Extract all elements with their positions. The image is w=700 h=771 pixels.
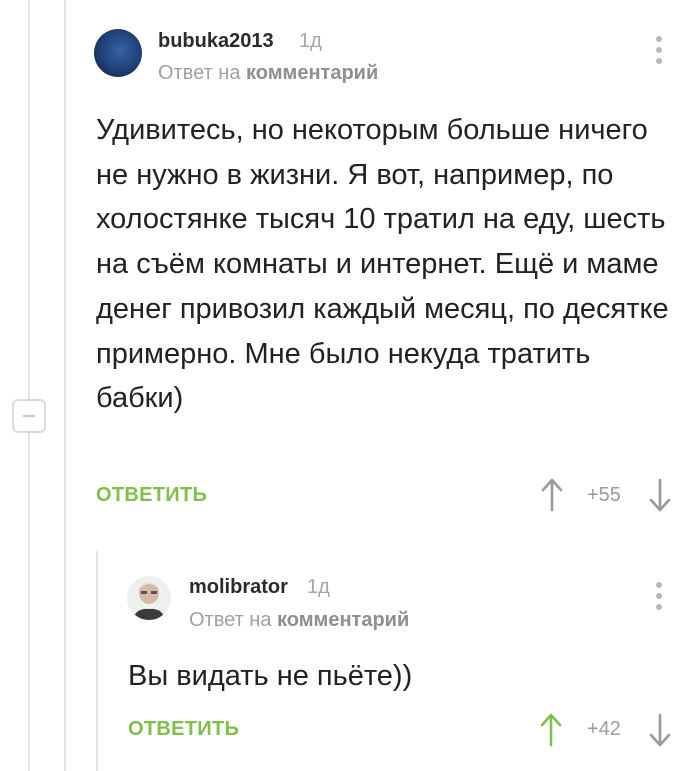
- old-man-avatar-icon: [127, 576, 171, 620]
- comment-time: 1д: [307, 576, 330, 598]
- upvote-icon-active[interactable]: [539, 713, 563, 747]
- comment-author[interactable]: bubuka2013: [158, 30, 274, 53]
- reply-to-line: Ответ на комментарий: [189, 609, 409, 632]
- comment-text: Вы видать не пьёте)): [128, 660, 413, 692]
- downvote-icon[interactable]: [648, 478, 672, 512]
- reply-to-prefix: Ответ на: [158, 62, 241, 84]
- reply-to-prefix: Ответ на: [189, 609, 272, 631]
- comment-reply: molibrator 1д Ответ на комментарий Вы ви…: [0, 550, 700, 771]
- reply-to-link[interactable]: комментарий: [277, 609, 409, 631]
- reply-button[interactable]: ОТВЕТИТЬ: [128, 718, 239, 741]
- comment-text: Удивитесь, но некоторым больше ничего не…: [96, 114, 669, 415]
- comment-author[interactable]: molibrator: [189, 576, 288, 599]
- reply-to-line: Ответ на комментарий: [158, 62, 378, 85]
- rating-score: +42: [587, 718, 621, 740]
- more-options-icon[interactable]: [654, 582, 664, 612]
- upvote-icon[interactable]: [540, 478, 564, 512]
- rating-score: +55: [587, 484, 621, 506]
- downvote-icon[interactable]: [648, 713, 672, 747]
- more-options-icon[interactable]: [654, 36, 664, 66]
- comment-main: bubuka2013 1д Ответ на комментарий Удиви…: [0, 0, 700, 540]
- reply-to-link[interactable]: комментарий: [246, 62, 378, 84]
- avatar[interactable]: [127, 576, 171, 620]
- reply-button[interactable]: ОТВЕТИТЬ: [96, 484, 207, 507]
- comment-time: 1д: [299, 30, 322, 52]
- avatar[interactable]: [94, 29, 142, 77]
